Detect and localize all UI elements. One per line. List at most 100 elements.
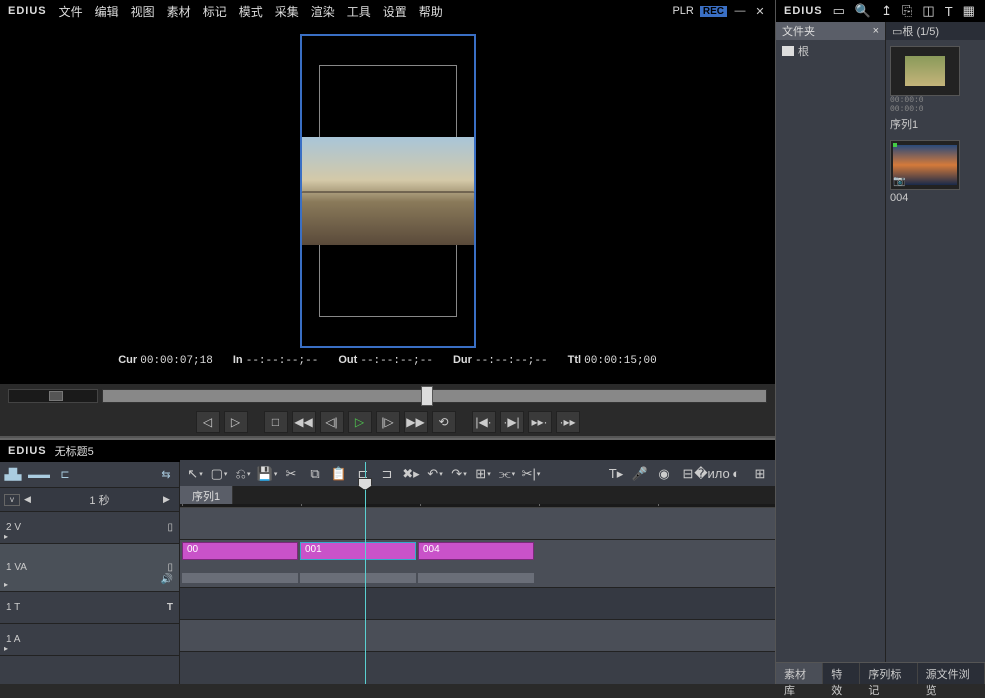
tc-out-value[interactable]: --:--:--;-- [360, 355, 433, 367]
tool-scope-icon[interactable]: ◐ [725, 463, 747, 485]
play-button[interactable]: ▷ [348, 411, 372, 433]
tool-capture-icon[interactable]: ◉ [653, 463, 675, 485]
rec-label[interactable]: REC [700, 6, 727, 17]
plr-label[interactable]: PLR [672, 5, 693, 17]
position-thumb[interactable] [421, 386, 433, 406]
track-lane-t1[interactable] [180, 588, 775, 620]
ruler-unit-label[interactable]: 1 秒 [36, 492, 163, 508]
position-slider[interactable] [102, 389, 767, 403]
menu-capture[interactable]: 采集 [275, 3, 299, 20]
track-header-a1[interactable]: 1 A ▸ [0, 624, 179, 656]
mode-insert-icon[interactable]: ▟▙ [0, 464, 26, 486]
track-v2-video-icon[interactable]: ▯ [167, 522, 173, 533]
tool-copy-icon[interactable]: ⧉ [304, 463, 326, 485]
ffwd-button[interactable]: ▶▶ [404, 411, 428, 433]
bin-item-004[interactable]: 📷 004 [890, 140, 981, 204]
bin-add-icon[interactable]: ⎘ [902, 3, 912, 19]
menu-settings[interactable]: 设置 [383, 3, 407, 20]
sequence-tab[interactable]: 序列1 [180, 486, 233, 504]
preview-canvas[interactable] [300, 34, 476, 348]
menu-edit[interactable]: 编辑 [95, 3, 119, 20]
step-fwd-button[interactable]: |▷ [376, 411, 400, 433]
overwrite-button[interactable]: ·▸▸ [556, 411, 580, 433]
insert-button[interactable]: ▸▸· [528, 411, 552, 433]
tab-markers[interactable]: 序列标记 [860, 663, 917, 684]
clip-00-audio[interactable] [182, 573, 298, 583]
tool-overwrite-icon[interactable]: ⊐ [376, 463, 398, 485]
clip-004-audio[interactable] [418, 573, 534, 583]
bin-tab[interactable]: ▭ 根 (1/5) [886, 22, 985, 40]
loop-button[interactable]: ⟲ [432, 411, 456, 433]
menu-tools[interactable]: 工具 [347, 3, 371, 20]
menu-help[interactable]: 帮助 [419, 3, 443, 20]
track-t1-title-icon[interactable]: T [167, 602, 173, 613]
track-header-v2[interactable]: 2 V ▯ ▸ ⇆ [0, 512, 179, 544]
tool-paste-icon[interactable]: 📋 [328, 463, 350, 485]
tc-in-value[interactable]: --:--:--;-- [246, 355, 319, 367]
tool-title-icon[interactable]: T▸ [605, 463, 627, 485]
bin-folder-icon[interactable]: ▭ [833, 3, 845, 19]
playhead-line[interactable] [365, 462, 366, 684]
track-header-va1[interactable]: v 1 VA ▯ 🔊 ▸ ⇆ [0, 544, 179, 592]
menu-mode[interactable]: 模式 [239, 3, 263, 20]
menu-render[interactable]: 渲染 [311, 3, 335, 20]
prev-edit-button[interactable]: |◀· [472, 411, 496, 433]
mode-ripple-icon[interactable]: ⊏ [52, 464, 78, 486]
bin-props-icon[interactable]: ◫ [922, 3, 934, 19]
speed-slider[interactable] [8, 389, 98, 403]
track-a1-expand[interactable]: ▸ [4, 644, 8, 653]
clip-004[interactable]: 004 [418, 542, 534, 560]
tool-new-icon[interactable]: ▢▾ [208, 463, 230, 485]
clip-00[interactable]: 00 [182, 542, 298, 560]
menu-marker[interactable]: 标记 [203, 3, 227, 20]
minimize-button[interactable]: — [733, 5, 747, 17]
tool-open-icon[interactable]: ⎌▾ [232, 463, 254, 485]
tool-cursor-icon[interactable]: ↖▾ [184, 463, 206, 485]
track-lane-a1[interactable] [180, 620, 775, 652]
track-va1-audio-icon[interactable]: 🔊 [161, 574, 173, 585]
mode-sync-icon[interactable]: ⇆ [153, 464, 179, 486]
menu-file[interactable]: 文件 [59, 3, 83, 20]
tool-link-icon[interactable]: ⫘▾ [496, 463, 518, 485]
bin-up-icon[interactable]: ↥ [881, 3, 892, 19]
tool-cut-icon[interactable]: ✂ [280, 463, 302, 485]
v-patch[interactable]: v [4, 494, 20, 506]
next-edit-button[interactable]: ·▶| [500, 411, 524, 433]
tc-dur-value[interactable]: --:--:--;-- [475, 355, 548, 367]
tc-cur-value[interactable]: 00:00:07;18 [140, 355, 213, 367]
folder-root-item[interactable]: 根 [776, 40, 885, 62]
clip-001-audio[interactable] [300, 573, 416, 583]
bin-search-icon[interactable]: 🔍 [855, 3, 871, 19]
tool-voiceover-icon[interactable]: 🎤 [629, 463, 651, 485]
tool-redo-icon[interactable]: ↷▾ [448, 463, 470, 485]
track-v2-expand[interactable]: ▸ [4, 532, 8, 541]
track-va1-video-icon[interactable]: ▯ [167, 562, 173, 573]
menu-clip[interactable]: 素材 [167, 3, 191, 20]
zoom-out-button[interactable]: ◀ [24, 494, 36, 505]
menu-view[interactable]: 视图 [131, 3, 155, 20]
stop-button[interactable]: □ [264, 411, 288, 433]
track-lane-v2[interactable] [180, 508, 775, 540]
track-va1-expand[interactable]: ▸ [4, 580, 8, 589]
bin-item-sequence[interactable]: 00:00:000:00:0 序列1 [890, 46, 981, 132]
bin-view-icon[interactable]: ▦ [963, 3, 975, 19]
folder-panel-tab[interactable]: 文件夹 × [776, 22, 885, 40]
tool-group-icon[interactable]: ⊞▾ [472, 463, 494, 485]
close-button[interactable]: ✕ [753, 5, 767, 17]
mode-overwrite-icon[interactable]: ▬▬ [26, 464, 52, 486]
tool-undo-icon[interactable]: ↶▾ [424, 463, 446, 485]
tab-effects[interactable]: 特效 [823, 663, 860, 684]
set-in-button[interactable]: ◁ [196, 411, 220, 433]
step-back-button[interactable]: ◁| [320, 411, 344, 433]
tool-delete-icon[interactable]: ✖▸ [400, 463, 422, 485]
tool-trim-icon[interactable]: ✂|▾ [520, 463, 542, 485]
zoom-in-button[interactable]: ▶ [163, 494, 175, 505]
folder-tab-close[interactable]: × [873, 25, 879, 37]
bin-text-icon[interactable]: T [945, 4, 953, 19]
tool-mixer-icon[interactable]: �ило [701, 463, 723, 485]
track-header-t1[interactable]: 1 T T ⇆ [0, 592, 179, 624]
set-out-button[interactable]: ▷ [224, 411, 248, 433]
clip-001[interactable]: 001 [300, 542, 416, 560]
tool-layout-icon[interactable]: ⊞ [749, 463, 771, 485]
rewind-button[interactable]: ◀◀ [292, 411, 316, 433]
